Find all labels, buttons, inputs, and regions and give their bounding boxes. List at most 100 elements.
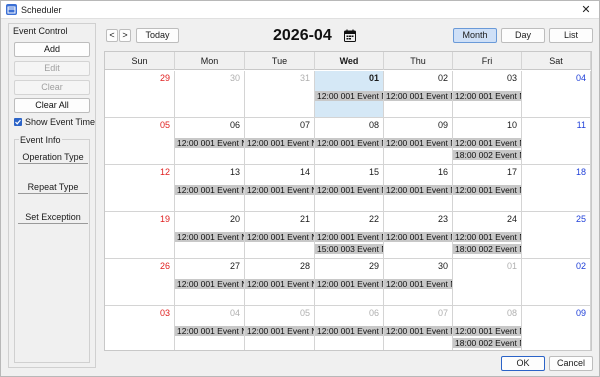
day-cell[interactable]: 03 12:00 001 Event Nam [453, 71, 522, 118]
show-event-time-checkbox[interactable] [14, 118, 22, 126]
event-item[interactable]: 12:00 001 Event Nam [315, 232, 383, 242]
day-cell[interactable]: 08 12:00 001 Event Nam 18:00 002 Event Nam [453, 306, 522, 350]
prev-month-button[interactable]: < [106, 29, 118, 42]
day-number: 28 [299, 261, 310, 271]
repeat-type-field: Repeat Type [18, 182, 88, 194]
day-cell[interactable]: 04 12:00 001 Event Nam [175, 306, 245, 350]
weekday-header-sat: Sat [522, 52, 591, 70]
event-item[interactable]: 12:00 001 Event Nam [175, 232, 244, 242]
day-cell[interactable]: 23 12:00 001 Event Nam [384, 212, 453, 259]
day-cell[interactable]: 22 12:00 001 Event Nam 15:00 003 Event Nam [315, 212, 384, 259]
event-item[interactable]: 12:00 001 Event Nam [245, 232, 314, 242]
day-cell[interactable]: 18 [522, 165, 591, 212]
event-item[interactable]: 12:00 001 Event Nam [315, 91, 383, 101]
day-cell[interactable]: 29 [105, 71, 175, 118]
day-cell[interactable]: 07 12:00 001 Event Nam [384, 306, 453, 350]
day-cell[interactable]: 07 12:00 001 Event Nam [245, 118, 315, 165]
event-item[interactable]: 12:00 001 Event Nam [245, 326, 314, 336]
event-item[interactable]: 12:00 001 Event Nam [384, 279, 452, 289]
add-button[interactable]: Add [14, 42, 90, 57]
day-cell[interactable]: 01 12:00 001 Event Nam [315, 71, 384, 118]
day-cell[interactable]: 05 12:00 001 Event Nam [245, 306, 315, 350]
calendar-icon[interactable] [344, 29, 356, 42]
day-cell[interactable]: 13 12:00 001 Event Nam [175, 165, 245, 212]
event-item[interactable]: 12:00 001 Event Nam [384, 326, 452, 336]
event-item[interactable]: 12:00 001 Event Nam [384, 138, 452, 148]
clear-all-button[interactable]: Clear All [14, 98, 90, 113]
event-item[interactable]: 12:00 001 Event Nam [175, 326, 244, 336]
day-cell[interactable]: 15 12:00 001 Event Nam [315, 165, 384, 212]
day-cell[interactable]: 17 12:00 001 Event Nam [453, 165, 522, 212]
day-cell[interactable]: 06 12:00 001 Event Nam [315, 306, 384, 350]
show-event-time-label: Show Event Time [25, 117, 96, 127]
event-item[interactable]: 12:00 001 Event Nam [175, 138, 244, 148]
day-cell[interactable]: 20 12:00 001 Event Nam [175, 212, 245, 259]
event-item[interactable]: 12:00 001 Event Nam [315, 185, 383, 195]
day-number: 04 [575, 73, 586, 83]
day-number: 07 [437, 308, 448, 318]
event-item[interactable]: 12:00 001 Event Nam [453, 91, 521, 101]
event-item[interactable]: 12:00 001 Event Nam [453, 138, 521, 148]
day-cell[interactable]: 30 12:00 001 Event Nam [384, 259, 453, 306]
day-cell[interactable]: 10 12:00 001 Event Nam 18:00 002 Event Nam [453, 118, 522, 165]
event-item[interactable]: 12:00 001 Event Nam [453, 326, 521, 336]
event-item[interactable]: 15:00 003 Event Nam [315, 244, 383, 254]
day-cell[interactable]: 24 12:00 001 Event Nam 18:00 002 Event Nam [453, 212, 522, 259]
today-button[interactable]: Today [136, 28, 179, 43]
event-item[interactable]: 12:00 001 Event Nam [453, 232, 521, 242]
day-cell[interactable]: 05 [105, 118, 175, 165]
operation-type-field: Operation Type [18, 152, 88, 164]
event-item[interactable]: 12:00 001 Event Nam [175, 185, 244, 195]
day-cell[interactable]: 08 12:00 001 Event Nam [315, 118, 384, 165]
event-item[interactable]: 12:00 001 Event Nam [315, 279, 383, 289]
day-cell[interactable]: 25 [522, 212, 591, 259]
clear-button[interactable]: Clear [14, 80, 90, 95]
event-item[interactable]: 12:00 001 Event Nam [245, 279, 314, 289]
event-item[interactable]: 12:00 001 Event Nam [245, 185, 314, 195]
day-cell[interactable]: 09 12:00 001 Event Nam [384, 118, 453, 165]
day-cell[interactable]: 01 [453, 259, 522, 306]
day-cell[interactable]: 09 [522, 306, 591, 350]
day-cell[interactable]: 21 12:00 001 Event Nam [245, 212, 315, 259]
event-item[interactable]: 12:00 001 Event Nam [315, 326, 383, 336]
day-cell[interactable]: 29 12:00 001 Event Nam [315, 259, 384, 306]
list-view-button[interactable]: List [549, 28, 593, 43]
event-item[interactable]: 12:00 001 Event Nam [245, 138, 314, 148]
event-item[interactable]: 12:00 001 Event Nam [175, 279, 244, 289]
day-cell[interactable]: 30 [175, 71, 245, 118]
day-number: 20 [229, 214, 240, 224]
close-icon[interactable]: ✕ [579, 3, 593, 17]
day-cell[interactable]: 03 [105, 306, 175, 350]
event-item[interactable]: 18:00 002 Event Nam [453, 244, 521, 254]
day-cell[interactable]: 19 [105, 212, 175, 259]
day-cell[interactable]: 02 12:00 001 Event Nam [384, 71, 453, 118]
day-cell[interactable]: 04 [522, 71, 591, 118]
event-item[interactable]: 18:00 002 Event Nam [453, 150, 521, 160]
event-item[interactable]: 12:00 001 Event Nam [453, 185, 521, 195]
day-cell[interactable]: 14 12:00 001 Event Nam [245, 165, 315, 212]
title-bar: Scheduler ✕ [1, 1, 599, 19]
day-cell[interactable]: 27 12:00 001 Event Nam [175, 259, 245, 306]
day-cell[interactable]: 02 [522, 259, 591, 306]
day-view-button[interactable]: Day [501, 28, 545, 43]
next-month-button[interactable]: > [119, 29, 131, 42]
event-item[interactable]: 12:00 001 Event Nam [384, 232, 452, 242]
day-number: 17 [506, 167, 517, 177]
day-cell[interactable]: 31 [245, 71, 315, 118]
day-cell[interactable]: 28 12:00 001 Event Nam [245, 259, 315, 306]
day-number: 24 [506, 214, 517, 224]
day-number: 22 [368, 214, 379, 224]
event-item[interactable]: 12:00 001 Event Nam [384, 185, 452, 195]
event-item[interactable]: 12:00 001 Event Nam [384, 91, 452, 101]
day-cell[interactable]: 11 [522, 118, 591, 165]
ok-button[interactable]: OK [501, 356, 545, 371]
event-item[interactable]: 12:00 001 Event Nam [315, 138, 383, 148]
day-cell[interactable]: 16 12:00 001 Event Nam [384, 165, 453, 212]
day-cell[interactable]: 06 12:00 001 Event Nam [175, 118, 245, 165]
day-cell[interactable]: 12 [105, 165, 175, 212]
event-item[interactable]: 18:00 002 Event Nam [453, 338, 521, 348]
day-cell[interactable]: 26 [105, 259, 175, 306]
month-view-button[interactable]: Month [453, 28, 497, 43]
edit-button[interactable]: Edit [14, 61, 90, 76]
cancel-button[interactable]: Cancel [549, 356, 593, 371]
